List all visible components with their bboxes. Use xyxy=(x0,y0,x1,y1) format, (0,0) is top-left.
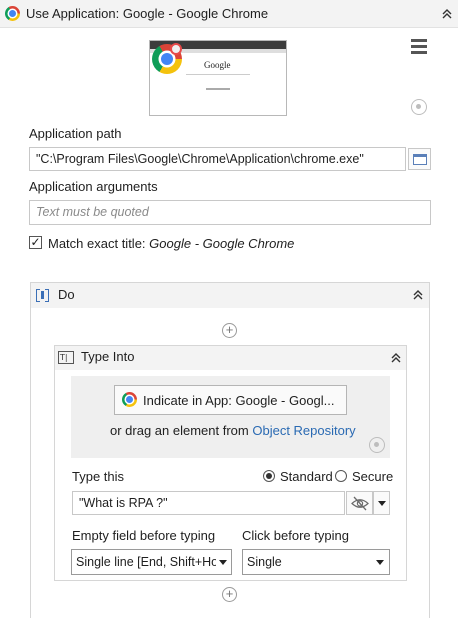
match-title-label: Match exact title: Google - Google Chrom… xyxy=(48,236,294,251)
app-screenshot-preview: Google xyxy=(149,40,287,116)
match-title-value: Google - Google Chrome xyxy=(149,236,295,251)
do-sequence-header[interactable]: Do xyxy=(31,283,429,308)
click-before-select[interactable]: Single xyxy=(242,549,390,575)
drag-hint-text: or drag an element from xyxy=(110,423,249,438)
collapse-icon[interactable] xyxy=(411,288,425,305)
indicate-button-label: Indicate in App: Google - Googl... xyxy=(143,393,335,408)
empty-field-value: Single line [End, Shift+Home, Del] xyxy=(76,555,216,569)
do-sequence-title: Do xyxy=(58,287,75,302)
chrome-icon xyxy=(122,392,137,407)
chrome-icon xyxy=(5,6,20,21)
preview-badge-icon xyxy=(170,43,182,55)
click-before-value: Single xyxy=(247,555,282,569)
standard-radio[interactable] xyxy=(263,470,275,482)
activity-header[interactable]: Use Application: Google - Google Chrome xyxy=(0,0,458,28)
collapse-icon[interactable] xyxy=(389,351,403,368)
browse-button[interactable] xyxy=(408,148,431,170)
app-args-field[interactable]: Text must be quoted xyxy=(29,200,431,225)
type-this-input[interactable]: "What is RPA ?" xyxy=(72,491,345,515)
dropdown-icon xyxy=(376,560,384,565)
standard-radio-label: Standard xyxy=(280,469,333,484)
collapse-icon[interactable] xyxy=(440,7,454,21)
preview-google-logo: Google xyxy=(204,60,231,70)
empty-field-select[interactable]: Single line [End, Shift+Home, Del] xyxy=(71,549,232,575)
toggle-visibility-button[interactable] xyxy=(346,491,373,515)
click-before-label: Click before typing xyxy=(242,528,349,543)
empty-field-label: Empty field before typing xyxy=(72,528,216,543)
secure-radio[interactable] xyxy=(335,470,347,482)
drag-hint: or drag an element from Object Repositor… xyxy=(110,423,356,438)
target-icon[interactable] xyxy=(411,99,427,115)
eye-slash-icon xyxy=(351,496,369,511)
target-icon[interactable] xyxy=(369,437,385,453)
preview-buttons xyxy=(206,88,230,90)
secure-radio-label: Secure xyxy=(352,469,394,484)
indicate-in-app-button[interactable]: Indicate in App: Google - Googl... xyxy=(114,385,347,415)
type-this-label: Type this xyxy=(72,469,125,484)
type-into-header[interactable]: T| Type Into xyxy=(55,346,406,370)
object-repository-link[interactable]: Object Repository xyxy=(252,423,355,438)
preview-search-box xyxy=(186,74,250,75)
add-icon[interactable]: + xyxy=(222,587,237,602)
browse-icon xyxy=(413,154,427,165)
match-title-checkbox[interactable]: ✓ xyxy=(29,236,42,249)
app-path-label: Application path xyxy=(29,126,122,141)
type-this-options-button[interactable] xyxy=(373,491,390,515)
app-path-field[interactable]: "C:\Program Files\Google\Chrome\Applicat… xyxy=(29,147,406,171)
type-into-title: Type Into xyxy=(81,349,135,364)
app-args-label: Application arguments xyxy=(29,179,158,194)
hamburger-icon[interactable] xyxy=(409,37,429,55)
type-into-icon: T| xyxy=(58,351,74,364)
sequence-icon xyxy=(35,288,50,303)
dropdown-icon xyxy=(378,501,386,506)
activity-title: Use Application: Google - Google Chrome xyxy=(26,6,269,21)
match-title-text: Match exact title: xyxy=(48,236,146,251)
dropdown-icon xyxy=(219,560,227,565)
add-icon[interactable]: + xyxy=(222,323,237,338)
